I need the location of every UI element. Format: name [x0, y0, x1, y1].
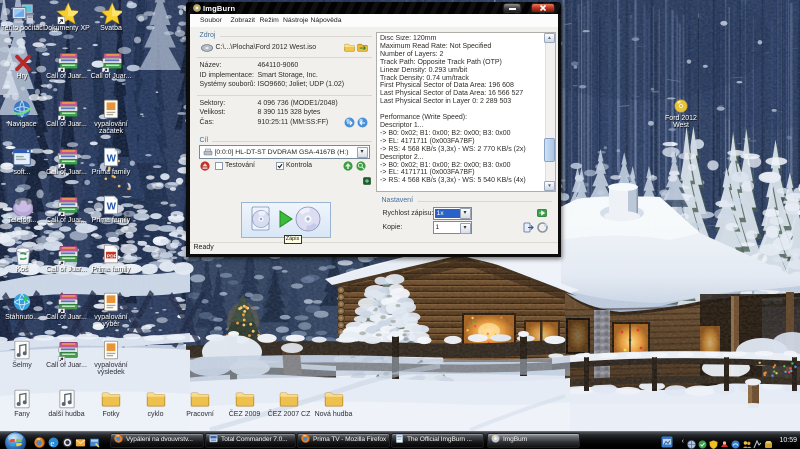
svg-text:W: W [107, 153, 117, 164]
svg-text:e: e [50, 437, 54, 447]
svg-text:PDF: PDF [107, 253, 117, 259]
svg-text:W: W [107, 201, 117, 212]
